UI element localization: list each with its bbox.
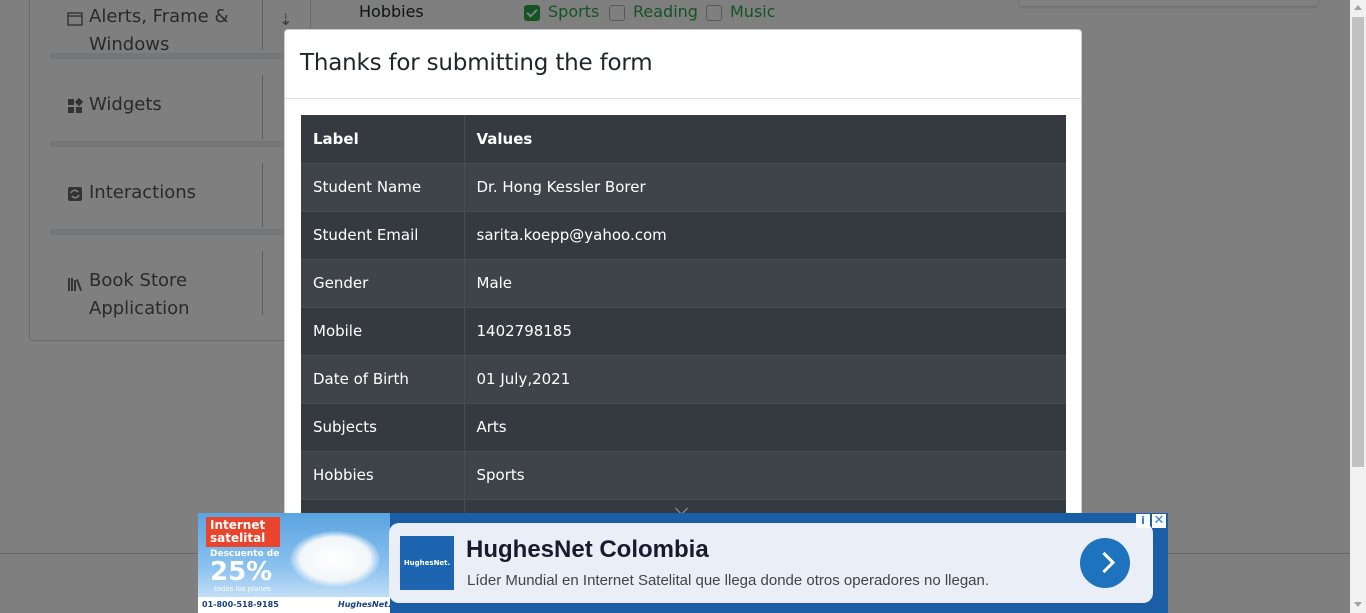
row-label: Date of Birth [301,354,465,403]
row-value: Arts [464,402,1066,451]
table-row: Student Email sarita.koepp@yahoo.com [301,210,1066,259]
column-header-values: Values [476,129,533,148]
row-value: 01 July,2021 [464,354,1066,403]
row-label: Gender [301,258,465,307]
ad-phone: 01-800-518-9185 [202,600,279,609]
table-row: Mobile 1402798185 [301,306,1066,355]
row-label: Hobbies [301,450,465,499]
ad-promo-footer: 01-800-518-9185 HughesNet. [198,597,391,613]
ad-brand-small: HughesNet. [338,600,391,609]
row-label: Mobile [301,306,465,355]
scrollbar-thumb[interactable] [1352,17,1364,467]
scroll-down-icon[interactable] [1354,602,1362,607]
hughesnet-logo[interactable]: HughesNet. [400,536,454,590]
ad-arrow-button[interactable] [1080,538,1130,588]
ad-promo-image[interactable]: Internet satelital Descuento de 25% todo… [198,513,391,613]
modal-title: Thanks for submitting the form [300,50,653,76]
row-value: sarita.koepp@yahoo.com [464,210,1066,259]
row-label: Subjects [301,402,465,451]
ad-promo-small: todos los planes [214,585,271,593]
ad-content-panel[interactable]: HughesNet. HughesNet Colombia Líder Mund… [389,523,1153,603]
table-row: Hobbies Sports [301,450,1066,499]
ad-info-icon[interactable]: i [1136,514,1150,528]
modal-header: Thanks for submitting the form [285,30,1081,99]
ad-promo-title: Internet satelital [206,517,280,547]
table-header-row: Label Values [301,115,1066,163]
table-row: Student Name Dr. Hong Kessler Borer [301,162,1066,211]
row-value: 1402798185 [464,306,1066,355]
ad-description[interactable]: Líder Mundial en Internet Satelital que … [467,572,989,589]
row-value: Sports [464,450,1066,499]
ad-close-icon[interactable]: ✕ [1152,514,1166,528]
row-label: Student Email [301,210,465,259]
table-row: Date of Birth 01 July,2021 [301,354,1066,403]
row-value: Male [464,258,1066,307]
wifi-cloud-icon [290,531,380,587]
submission-table: Label Values Student Name Dr. Hong Kessl… [301,115,1066,547]
row-label: Student Name [301,162,465,211]
table-row: Subjects Arts [301,402,1066,451]
ad-promo-discount: 25% [210,557,273,587]
column-header-label: Label [301,115,465,163]
ad-banner[interactable]: Internet satelital Descuento de 25% todo… [198,513,1168,613]
row-value: Dr. Hong Kessler Borer [464,162,1066,211]
scroll-up-icon[interactable] [1354,5,1362,10]
table-row: Gender Male [301,258,1066,307]
page-scrollbar[interactable] [1350,0,1366,613]
ad-headline[interactable]: HughesNet Colombia [466,536,709,564]
ad-promo-line2: satelital [210,531,266,545]
